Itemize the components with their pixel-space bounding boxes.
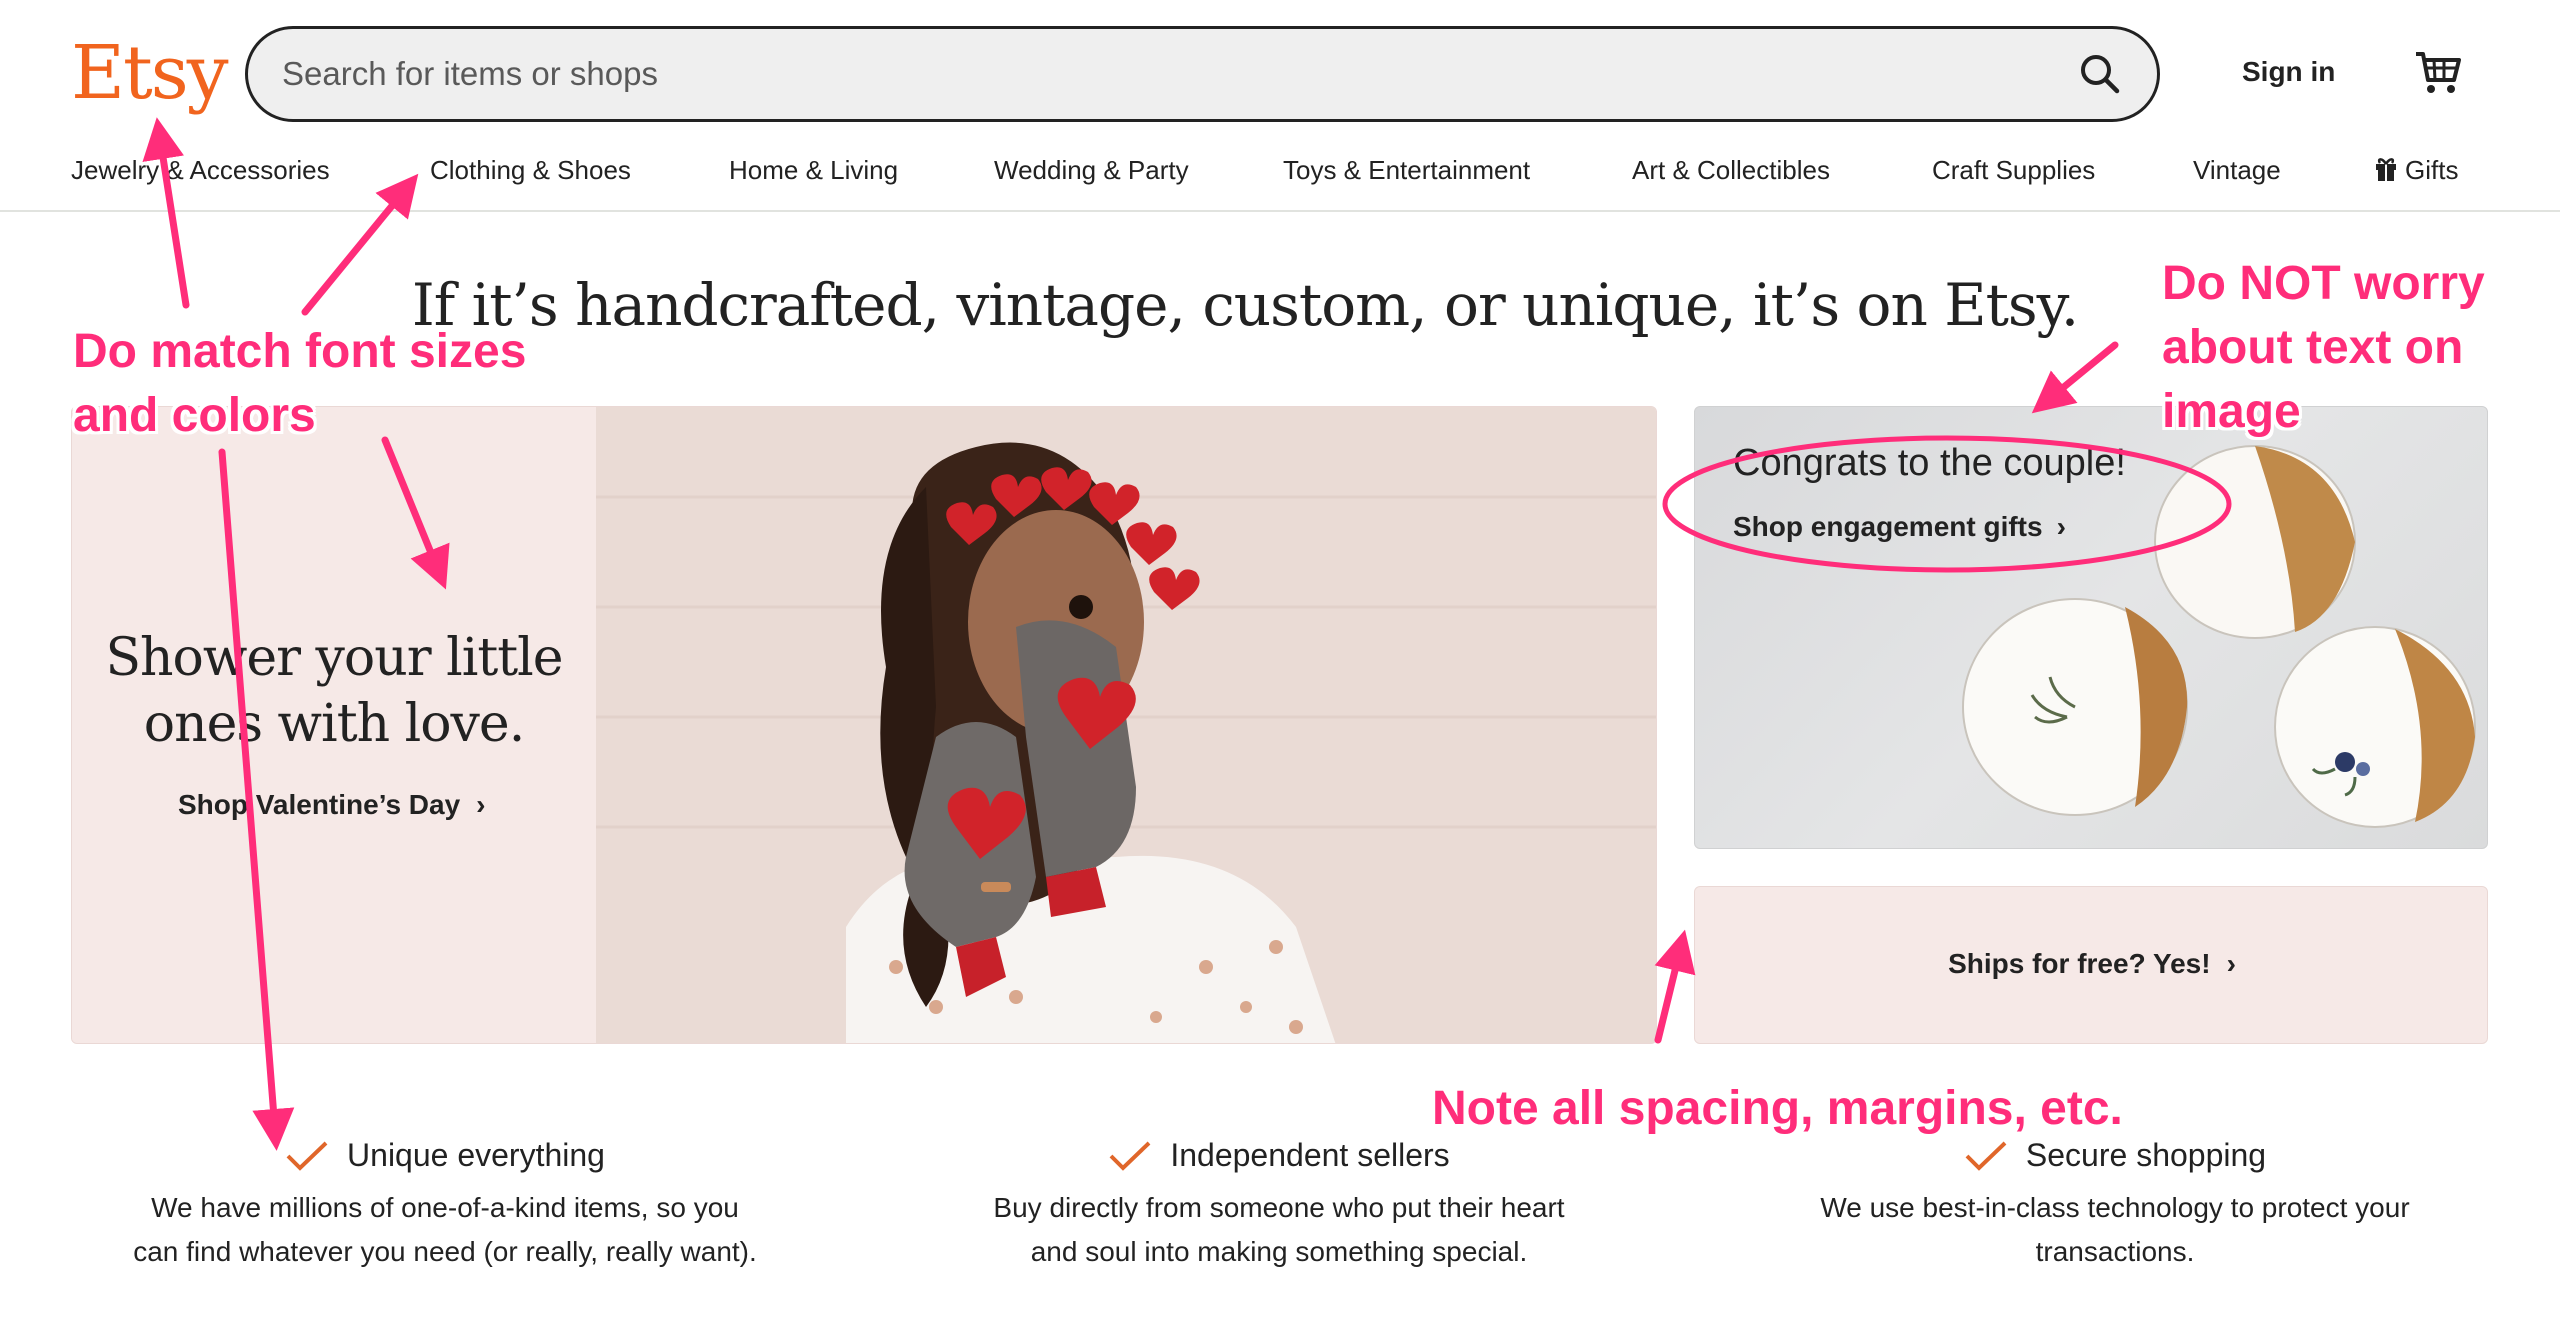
check-icon [1109, 1141, 1151, 1171]
annotation-image-line-2: about text on [2162, 321, 2464, 374]
value-prop-desc-line-2: transactions. [2035, 1236, 2195, 1267]
search-icon [2081, 55, 2120, 94]
value-prop-desc-line-1: Buy directly from someone who put their … [993, 1192, 1565, 1223]
search-input[interactable] [282, 29, 1982, 119]
free-shipping-link[interactable]: Ships for free? Yes! › [1695, 944, 2489, 984]
nav-item-gifts[interactable]: Gifts [2375, 150, 2458, 190]
free-shipping-label: Ships for free? Yes! [1948, 948, 2211, 979]
nav-item-art[interactable]: Art & Collectibles [1632, 150, 1830, 190]
annotation-font-line-2: and colors [73, 389, 316, 442]
nav-item-home[interactable]: Home & Living [729, 150, 898, 190]
category-nav: Jewelry & Accessories Clothing & Shoes H… [0, 150, 2560, 194]
hero-banner[interactable]: Shower your little ones with love. Shop … [71, 406, 1657, 1044]
search-bar[interactable] [245, 26, 2160, 122]
hero-photo [596, 407, 1656, 1043]
value-prop-desc-line-1: We have millions of one-of-a-kind items,… [151, 1192, 739, 1223]
value-prop-heading: Unique everything [95, 1132, 795, 1178]
annotation-image-line-3: image [2162, 385, 2301, 438]
hero-title: Shower your little ones with love. [72, 625, 596, 757]
check-icon [286, 1141, 328, 1171]
annotation-font-line-1: Do match font sizes [73, 325, 527, 378]
annotation-image-line-1: Do NOT worry [2162, 257, 2485, 310]
chevron-right-icon: › [476, 789, 486, 820]
shop-engagement-gifts-label: Shop engagement gifts [1733, 511, 2043, 542]
annotation-font-sizes: Do match font sizes and colors [73, 320, 526, 448]
value-prop-desc-line-2: and soul into making something special. [1030, 1236, 1528, 1267]
engagement-card-title: Congrats to the couple! [1733, 442, 2126, 484]
value-prop-title: Unique everything [347, 1137, 605, 1173]
shop-valentines-link[interactable]: Shop Valentine’s Day › [178, 785, 486, 825]
shop-engagement-gifts-link[interactable]: Shop engagement gifts › [1733, 507, 2066, 547]
value-prop-desc-line-1: We use best-in-class technology to prote… [1820, 1192, 2410, 1223]
value-prop-description: We have millions of one-of-a-kind items,… [95, 1186, 795, 1274]
engagement-gifts-card[interactable]: Congrats to the couple! Shop engagement … [1694, 406, 2488, 849]
value-prop-title: Secure shopping [2025, 1137, 2267, 1173]
arrow-to-spacing [1654, 929, 1696, 1044]
value-prop-sellers: Independent sellers Buy directly from so… [929, 1132, 1629, 1274]
nav-item-craft[interactable]: Craft Supplies [1932, 150, 2095, 190]
nav-item-vintage[interactable]: Vintage [2193, 150, 2281, 190]
cart-button[interactable] [2410, 44, 2466, 100]
hero-title-line-1: Shower your little [105, 628, 563, 688]
value-prop-desc-line-2: can find whatever you need (or really, r… [133, 1236, 757, 1267]
nav-item-gifts-label: Gifts [2405, 155, 2459, 185]
gift-icon [2376, 158, 2396, 181]
value-prop-description: We use best-in-class technology to prote… [1765, 1186, 2465, 1274]
free-shipping-card[interactable]: Ships for free? Yes! › [1694, 886, 2488, 1044]
shop-valentines-label: Shop Valentine’s Day [178, 789, 461, 820]
etsy-logo[interactable]: Etsy [71, 28, 229, 118]
value-prop-unique: Unique everything We have millions of on… [95, 1132, 795, 1274]
annotation-spacing: Note all spacing, margins, etc. [1432, 1082, 2123, 1135]
hero-text-panel: Shower your little ones with love. Shop … [72, 407, 596, 1043]
annotation-image-text: Do NOT worry about text on image [2162, 252, 2485, 444]
value-prop-secure: Secure shopping We use best-in-class tec… [1765, 1132, 2465, 1274]
arrow-to-image-text [2031, 341, 2119, 414]
search-button[interactable] [2065, 39, 2135, 109]
site-header: Etsy Sign in Jewelry & Accessories Cloth… [0, 0, 2560, 212]
cart-icon [2416, 52, 2461, 93]
nav-item-wedding[interactable]: Wedding & Party [994, 150, 1189, 190]
hero-title-line-2: ones with love. [143, 694, 525, 754]
girl-with-mittens-image [596, 407, 1656, 1043]
sign-in-link[interactable]: Sign in [2232, 52, 2345, 92]
value-prop-description: Buy directly from someone who put their … [929, 1186, 1629, 1274]
nav-item-toys[interactable]: Toys & Entertainment [1283, 150, 1530, 190]
headline-text: If it’s handcrafted, vintage, custom, or… [411, 271, 2079, 339]
value-prop-title: Independent sellers [1170, 1137, 1450, 1173]
chevron-right-icon: › [2226, 948, 2236, 979]
check-icon [1965, 1141, 2007, 1171]
nav-item-jewelry[interactable]: Jewelry & Accessories [71, 150, 330, 190]
chevron-right-icon: › [2056, 511, 2066, 542]
nav-item-clothing[interactable]: Clothing & Shoes [430, 150, 631, 190]
